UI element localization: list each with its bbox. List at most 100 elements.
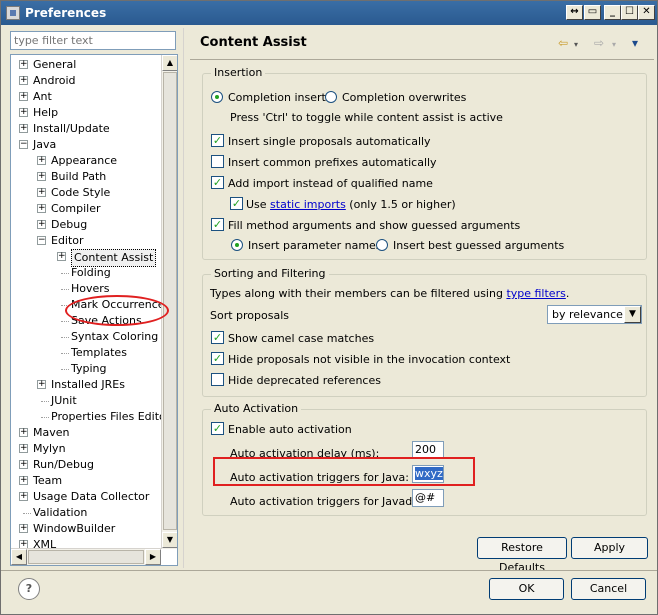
tree-item[interactable]: JUnit	[11, 393, 161, 409]
use-prefix-label[interactable]: Use	[246, 198, 270, 211]
restore-button[interactable]: ▭	[584, 5, 601, 20]
fill-arguments-label[interactable]: Fill method arguments and show guessed a…	[228, 219, 520, 232]
tree-item-label[interactable]: Java	[33, 137, 56, 153]
chevron-down-icon[interactable]: ▼	[624, 306, 641, 323]
tree-item[interactable]: Typing	[11, 361, 161, 377]
enable-auto-activation-checkbox[interactable]: ✓	[211, 422, 224, 435]
tree-item[interactable]: + Install/Update	[11, 121, 161, 137]
tree-item[interactable]: + Debug	[11, 217, 161, 233]
back-arrow-icon[interactable]: ⇦	[558, 36, 568, 50]
tree-item-label[interactable]: Folding	[71, 265, 111, 281]
expand-icon[interactable]: +	[19, 492, 28, 501]
scroll-up-arrow-icon[interactable]: ▲	[162, 55, 177, 71]
tree-item[interactable]: Templates	[11, 345, 161, 361]
expand-icon[interactable]: +	[19, 524, 28, 533]
enable-auto-activation-label[interactable]: Enable auto activation	[228, 423, 352, 436]
completion-overwrites-label[interactable]: Completion overwrites	[342, 91, 466, 104]
tree-item-label[interactable]: Templates	[71, 345, 127, 361]
tree-item-label[interactable]: Appearance	[51, 153, 117, 169]
tree-item[interactable]: + Help	[11, 105, 161, 121]
expand-icon[interactable]: +	[57, 252, 66, 261]
tree-item[interactable]: + Run/Debug	[11, 457, 161, 473]
tree-item[interactable]: Validation	[11, 505, 161, 521]
insert-best-guessed-radio[interactable]	[376, 239, 388, 251]
hscroll-thumb[interactable]	[28, 550, 144, 564]
tree-item-label[interactable]: Build Path	[51, 169, 106, 185]
tree-item-label[interactable]: Maven	[33, 425, 69, 441]
completion-inserts-label[interactable]: Completion inserts	[228, 91, 332, 104]
tree-item[interactable]: − Java	[11, 137, 161, 153]
title-bar[interactable]: Preferences ↔ ▭ _ ☐ ✕	[1, 1, 657, 25]
preferences-tree[interactable]: + General + Android + Ant + Help + Install/Update…	[10, 54, 178, 566]
tree-item-label[interactable]: Run/Debug	[33, 457, 94, 473]
tree-item-label[interactable]: Ant	[33, 89, 52, 105]
insert-param-names-label[interactable]: Insert parameter names	[248, 239, 382, 252]
tree-item[interactable]: + Content Assist	[11, 249, 161, 267]
scroll-left-arrow-icon[interactable]: ◀	[11, 549, 27, 565]
tree-item-label[interactable]: Typing	[71, 361, 107, 377]
expand-icon[interactable]: +	[19, 428, 28, 437]
tree-item[interactable]: + Build Path	[11, 169, 161, 185]
tree-vertical-scrollbar[interactable]: ▲ ▼	[161, 55, 177, 549]
hide-deprecated-checkbox[interactable]	[211, 373, 224, 386]
tree-item-label[interactable]: Android	[33, 73, 76, 89]
single-proposals-label[interactable]: Insert single proposals automatically	[228, 135, 431, 148]
panel-sash[interactable]	[183, 28, 187, 568]
expand-icon[interactable]: +	[19, 476, 28, 485]
tree-horizontal-scrollbar[interactable]: ◀ ▶	[11, 548, 161, 565]
hide-invocation-label[interactable]: Hide proposals not visible in the invoca…	[228, 353, 510, 366]
tree-item-label[interactable]: WindowBuilder	[33, 521, 115, 537]
collapse-icon[interactable]: −	[37, 236, 46, 245]
tree-item-label[interactable]: Install/Update	[33, 121, 110, 137]
tree-item[interactable]: Folding	[11, 265, 161, 281]
tree-item[interactable]: Properties Files Editor	[11, 409, 170, 425]
expand-icon[interactable]: +	[37, 220, 46, 229]
close-button[interactable]: ✕	[638, 5, 655, 20]
tree-item-label[interactable]: General	[33, 57, 76, 73]
tree-item[interactable]: Syntax Coloring	[11, 329, 161, 345]
hide-deprecated-label[interactable]: Hide deprecated references	[228, 374, 381, 387]
single-proposals-checkbox[interactable]: ✓	[211, 134, 224, 147]
tree-item[interactable]: + Android	[11, 73, 161, 89]
tree-item[interactable]: + Mylyn	[11, 441, 161, 457]
tree-item[interactable]: Hovers	[11, 281, 161, 297]
back-dropdown-icon[interactable]: ▾	[574, 40, 578, 49]
camel-case-checkbox[interactable]: ✓	[211, 331, 224, 344]
cancel-button[interactable]: Cancel	[571, 578, 646, 600]
expand-icon[interactable]: +	[19, 92, 28, 101]
restore-defaults-button[interactable]: Restore Defaults	[477, 537, 567, 574]
tree-item[interactable]: + Installed JREs	[11, 377, 161, 393]
scroll-down-arrow-icon[interactable]: ▼	[162, 532, 177, 548]
tree-item[interactable]: + WindowBuilder	[11, 521, 161, 537]
expand-icon[interactable]: +	[19, 444, 28, 453]
tree-item-label[interactable]: Code Style	[51, 185, 110, 201]
forward-arrow-icon[interactable]: ⇨	[594, 36, 604, 50]
javadoc-triggers-input[interactable]: @#	[412, 489, 444, 507]
expand-icon[interactable]: +	[19, 76, 28, 85]
tree-item-label[interactable]: Debug	[51, 217, 87, 233]
apply-button[interactable]: Apply	[571, 537, 648, 559]
camel-case-label[interactable]: Show camel case matches	[228, 332, 374, 345]
expand-icon[interactable]: +	[19, 460, 28, 469]
expand-icon[interactable]: +	[19, 60, 28, 69]
tree-item[interactable]: − Editor	[11, 233, 161, 249]
expand-icon[interactable]: +	[37, 380, 46, 389]
expand-icon[interactable]: +	[37, 172, 46, 181]
tree-item-label[interactable]: Installed JREs	[51, 377, 125, 393]
tree-item-label[interactable]: Validation	[33, 505, 87, 521]
tree-item-label[interactable]: Mylyn	[33, 441, 66, 457]
tree-item[interactable]: + General	[11, 57, 161, 73]
expand-icon[interactable]: +	[37, 188, 46, 197]
static-imports-checkbox[interactable]: ✓	[230, 197, 243, 210]
scroll-right-arrow-icon[interactable]: ▶	[145, 549, 161, 565]
tree-item[interactable]: + Ant	[11, 89, 161, 105]
expand-icon[interactable]: +	[19, 108, 28, 117]
expand-icon[interactable]: +	[37, 156, 46, 165]
tree-item-label[interactable]: Team	[33, 473, 62, 489]
tree-item-label[interactable]: Compiler	[51, 201, 101, 217]
common-prefixes-label[interactable]: Insert common prefixes automatically	[228, 156, 437, 169]
collapse-icon[interactable]: −	[19, 140, 28, 149]
tree-item[interactable]: + Maven	[11, 425, 161, 441]
expand-icon[interactable]: +	[37, 204, 46, 213]
completion-overwrites-radio[interactable]	[325, 91, 337, 103]
